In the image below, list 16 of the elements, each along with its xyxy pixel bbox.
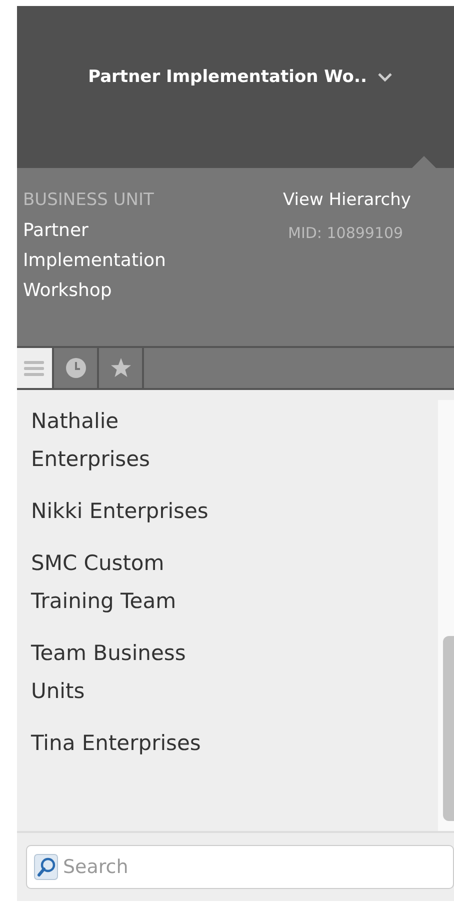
list-item[interactable]: Nathalie Enterprises (31, 402, 231, 478)
search-icon[interactable] (34, 854, 58, 880)
unit-name: Partner Implementation Workshop (23, 219, 167, 303)
chevron-down-icon[interactable] (376, 72, 393, 82)
search-field[interactable]: Search (26, 845, 454, 889)
clock-icon (64, 356, 88, 380)
view-hierarchy-link[interactable]: View Hierarchy (283, 190, 411, 210)
list-item[interactable]: Nikki Enterprises (31, 492, 231, 530)
tab[interactable] (17, 348, 54, 388)
list-item[interactable]: Tina Enterprises (31, 724, 231, 762)
mid-text: MID: 10899109 (288, 224, 404, 242)
unit-label: BUSINESS UNIT (23, 190, 155, 210)
list-item[interactable]: SMC Custom Training Team (31, 544, 231, 620)
unit-title[interactable]: Partner Implementation Wo.. (88, 67, 367, 87)
scrollbar-thumb[interactable] (443, 636, 454, 821)
list-item[interactable]: Team Business Units (31, 634, 231, 710)
